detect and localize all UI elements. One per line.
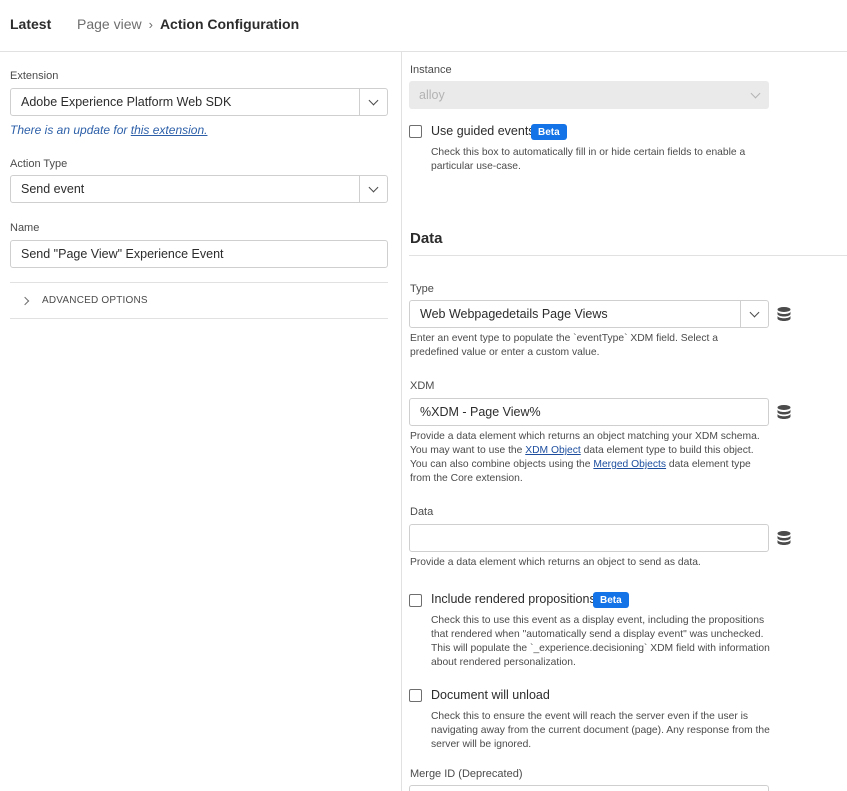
- action-type-label: Action Type: [10, 158, 68, 170]
- document-unload-checkbox[interactable]: [409, 689, 422, 702]
- extension-picker[interactable]: Adobe Experience Platform Web SDK: [10, 88, 388, 116]
- breadcrumb-separator: ›: [148, 16, 153, 32]
- breadcrumb-current: Action Configuration: [159, 16, 300, 32]
- type-combobox[interactable]: Web Webpagedetails Page Views: [409, 300, 769, 328]
- action-type-dropdown-button[interactable]: [359, 176, 387, 202]
- extension-label: Extension: [10, 70, 59, 82]
- xdm-label: XDM: [410, 380, 435, 392]
- database-icon[interactable]: [776, 530, 792, 546]
- chevron-down-icon: [368, 95, 379, 105]
- database-icon[interactable]: [776, 404, 792, 420]
- action-type-picker[interactable]: Send event: [10, 175, 388, 203]
- data-label: Data: [410, 506, 434, 518]
- instance-dropdown-button: [741, 88, 769, 98]
- instance-value: alloy: [419, 88, 445, 102]
- xdm-input[interactable]: %XDM - Page View%: [409, 398, 769, 426]
- extension-value: Adobe Experience Platform Web SDK: [21, 95, 232, 109]
- instance-label: Instance: [410, 64, 452, 76]
- rendered-propositions-checkbox[interactable]: [409, 594, 422, 607]
- latest-label: Latest: [10, 16, 52, 32]
- merge-id-label: Merge ID (Deprecated): [410, 768, 523, 780]
- name-label: Name: [10, 222, 40, 234]
- type-label: Type: [410, 283, 434, 295]
- rendered-propositions-label[interactable]: Include rendered propositions: [431, 592, 596, 606]
- data-help: Provide a data element which returns an …: [410, 557, 701, 568]
- type-dropdown-button[interactable]: [740, 301, 768, 327]
- chevron-down-icon: [749, 307, 760, 317]
- breadcrumb: Page view › Action Configuration: [77, 16, 299, 32]
- guided-events-checkbox[interactable]: [409, 125, 422, 138]
- action-type-value: Send event: [21, 182, 85, 196]
- rendered-propositions-help: Check this to use this event as a displa…: [431, 615, 770, 668]
- merge-id-input[interactable]: [409, 785, 769, 791]
- database-icon[interactable]: [776, 306, 792, 322]
- section-divider: [409, 255, 847, 256]
- type-value[interactable]: Web Webpagedetails Page Views: [410, 307, 740, 321]
- guided-events-help: Check this box to automatically fill in …: [431, 147, 746, 172]
- guided-events-label[interactable]: Use guided events: [431, 124, 535, 138]
- advanced-options-toggle[interactable]: ADVANCED OPTIONS: [10, 282, 388, 319]
- column-divider: [401, 52, 402, 791]
- data-section-title: Data: [410, 230, 443, 247]
- xdm-object-link[interactable]: XDM Object: [525, 445, 581, 456]
- chevron-down-icon: [750, 88, 760, 98]
- update-notice: There is an update for this extension.: [10, 123, 207, 137]
- document-unload-label[interactable]: Document will unload: [431, 688, 550, 702]
- merged-objects-link[interactable]: Merged Objects: [593, 459, 666, 470]
- extension-dropdown-button[interactable]: [359, 89, 387, 115]
- chevron-down-icon: [368, 182, 379, 192]
- data-input[interactable]: [409, 524, 769, 552]
- xdm-help: Provide a data element which returns an …: [410, 430, 766, 486]
- instance-picker: alloy: [409, 81, 769, 109]
- breadcrumb-page-view[interactable]: Page view: [77, 16, 142, 32]
- chevron-right-icon: [20, 296, 30, 305]
- rendered-beta-badge: Beta: [593, 592, 629, 608]
- advanced-options-label: ADVANCED OPTIONS: [42, 295, 148, 306]
- update-text: There is an update for: [10, 123, 131, 137]
- update-extension-link[interactable]: this extension.: [131, 123, 208, 137]
- type-help: Enter an event type to populate the `eve…: [410, 333, 718, 358]
- top-bar: Latest Page view › Action Configuration: [0, 0, 847, 52]
- name-input[interactable]: Send "Page View" Experience Event: [10, 240, 388, 268]
- guided-beta-badge: Beta: [531, 124, 567, 140]
- document-unload-help: Check this to ensure the event will reac…: [431, 711, 770, 750]
